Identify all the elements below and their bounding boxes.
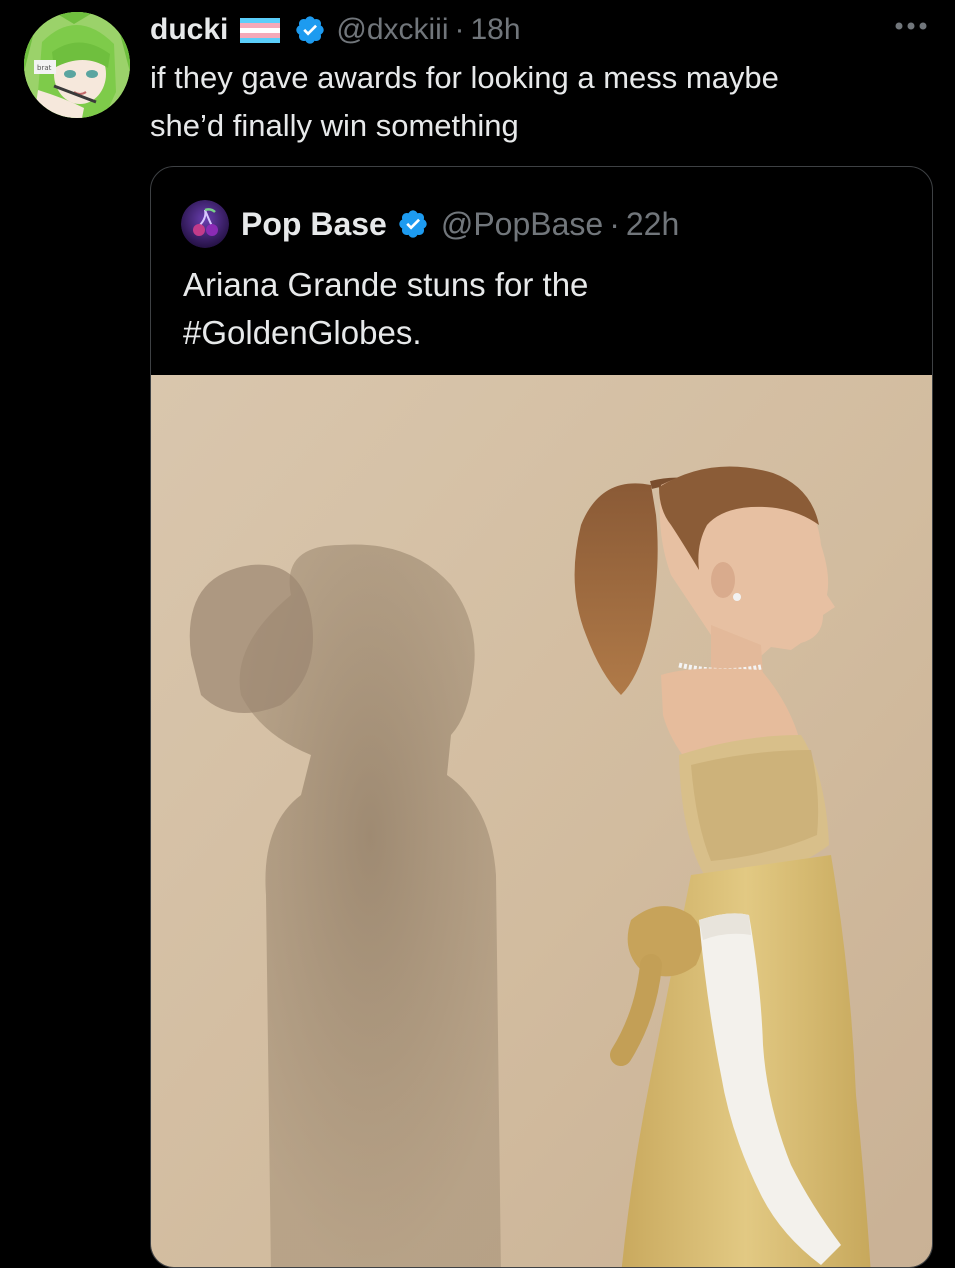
cherry-logo-icon[interactable] <box>181 200 229 248</box>
avatar[interactable]: brat <box>24 12 130 118</box>
avatar-badge: brat <box>37 64 52 72</box>
quoted-tweet-text: Ariana Grande stuns for the #GoldenGlobe… <box>183 266 589 351</box>
more-options-icon[interactable] <box>891 14 931 38</box>
tweet[interactable]: brat ducki @dxckiii · 18h if they gave a… <box>0 0 955 1268</box>
verified-badge-icon[interactable] <box>294 14 326 46</box>
quoted-tweet-header: Pop Base @PopBase · 22h <box>181 199 679 249</box>
quoted-tweet-photo[interactable] <box>151 375 932 1267</box>
quoted-display-name[interactable]: Pop Base <box>241 206 387 243</box>
quoted-handle[interactable]: @PopBase <box>441 206 603 243</box>
tweet-header: ducki @dxckiii · 18h <box>150 8 521 52</box>
photo-woman-in-gown <box>151 375 932 1267</box>
quoted-tweet-card[interactable]: Pop Base @PopBase · 22h Ariana Grande st… <box>150 166 933 1268</box>
tweet-text: if they gave awards for looking a mess m… <box>150 60 779 143</box>
anime-avatar-illustration: brat <box>24 12 130 118</box>
quoted-timestamp[interactable]: 22h <box>626 206 679 243</box>
separator-dot: · <box>454 13 465 46</box>
separator-dot: · <box>609 205 620 242</box>
display-name[interactable]: ducki <box>150 13 228 47</box>
transgender-flag-icon <box>240 17 281 43</box>
verified-badge-icon[interactable] <box>397 208 429 240</box>
handle[interactable]: @dxckiii <box>336 13 448 47</box>
timestamp[interactable]: 18h <box>471 13 521 47</box>
